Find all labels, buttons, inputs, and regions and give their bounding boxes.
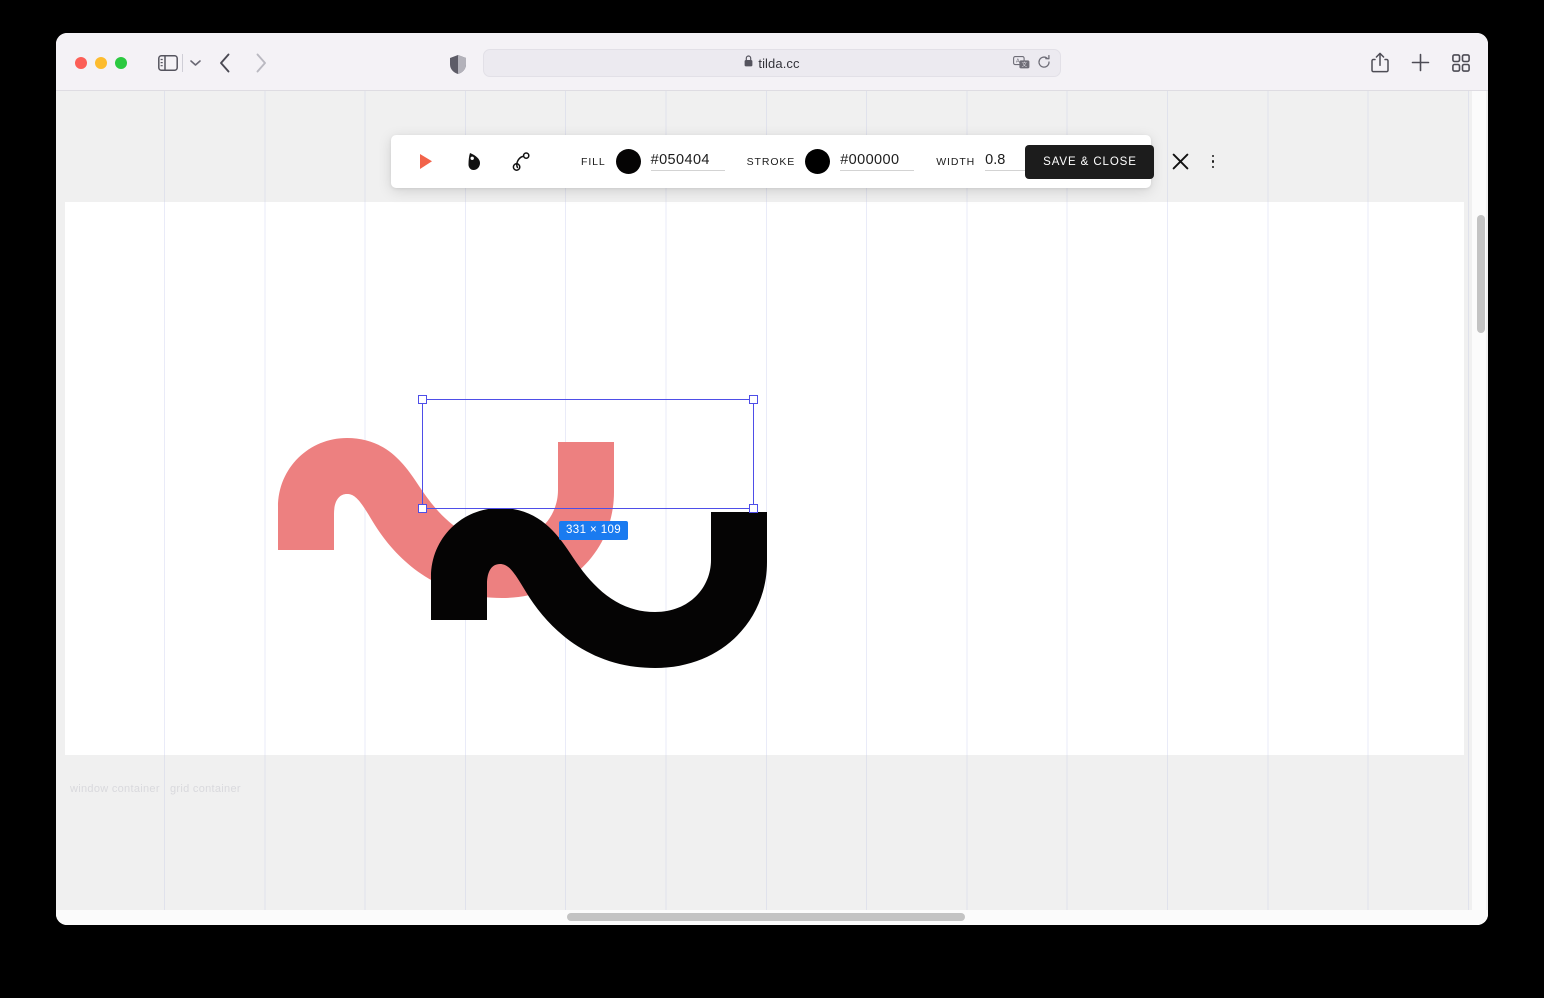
save-and-close-button[interactable]: SAVE & CLOSE [1025,145,1154,179]
property-group: FILL #050404 STROKE #000000 WIDTH 0.8 [555,149,1025,174]
new-tab-icon[interactable] [1411,53,1430,77]
action-group: SAVE & CLOSE [1025,145,1236,179]
close-window-button[interactable] [75,57,87,69]
shape-layer [65,202,1464,755]
container-label-grid[interactable]: grid container [170,783,241,795]
tool-group [391,151,555,173]
translate-icon[interactable]: A 文 [1013,56,1030,74]
url-accessories: A 文 [1013,55,1051,74]
selection-size-badge: 331 × 109 [559,521,628,540]
vertical-scrollbar[interactable] [1477,215,1485,333]
container-label-window[interactable]: window container [70,783,160,795]
stroke-label: STROKE [747,156,796,168]
browser-window: tilda.cc A 文 [56,33,1488,925]
fill-hex-input[interactable]: #050404 [651,152,725,171]
forward-arrow-icon[interactable] [250,51,272,75]
width-label: WIDTH [936,156,975,168]
titlebar-divider [182,54,183,72]
shape-editor-toolbar: FILL #050404 STROKE #000000 WIDTH 0.8 SA… [391,135,1151,188]
stroke-width-input[interactable]: 0.8 [985,152,1025,171]
kebab-menu-icon[interactable] [1204,151,1222,173]
page-content: 331 × 109 window container grid containe… [56,91,1488,925]
svg-text:文: 文 [1022,60,1028,68]
horizontal-scrollbar[interactable] [567,913,965,921]
resize-handle-top-right[interactable] [749,395,758,404]
reload-icon[interactable] [1037,55,1051,74]
bezier-node-tool[interactable] [511,151,533,173]
chevron-down-icon[interactable] [187,55,203,71]
stroke-color-swatch[interactable] [805,149,830,174]
tab-overview-icon[interactable] [1452,54,1470,77]
browser-right-actions [1371,52,1470,78]
artboard[interactable] [65,202,1464,755]
url-text: tilda.cc [758,56,799,71]
stroke-hex-input[interactable]: #000000 [840,152,914,171]
close-icon[interactable] [1170,151,1192,173]
maximize-window-button[interactable] [115,57,127,69]
selection-bounding-box[interactable] [422,399,754,509]
browser-titlebar: tilda.cc A 文 [56,33,1488,91]
shield-icon[interactable] [448,53,468,75]
minimize-window-button[interactable] [95,57,107,69]
sidebar-toggle-icon[interactable] [155,53,181,73]
resize-handle-top-left[interactable] [418,395,427,404]
screen: tilda.cc A 文 [0,0,1544,998]
url-content: tilda.cc [744,54,799,72]
resize-handle-bottom-right[interactable] [749,504,758,513]
fill-color-swatch[interactable] [616,149,641,174]
select-arrow-tool[interactable] [415,151,437,173]
fill-label: FILL [581,156,606,168]
traffic-lights [75,57,127,69]
resize-handle-bottom-left[interactable] [418,504,427,513]
url-bar[interactable]: tilda.cc A 文 [483,49,1061,77]
share-icon[interactable] [1371,52,1389,78]
back-arrow-icon[interactable] [214,51,236,75]
direct-select-tool[interactable] [463,151,485,173]
container-labels: window container grid container [56,783,1488,823]
lock-icon [744,54,753,72]
